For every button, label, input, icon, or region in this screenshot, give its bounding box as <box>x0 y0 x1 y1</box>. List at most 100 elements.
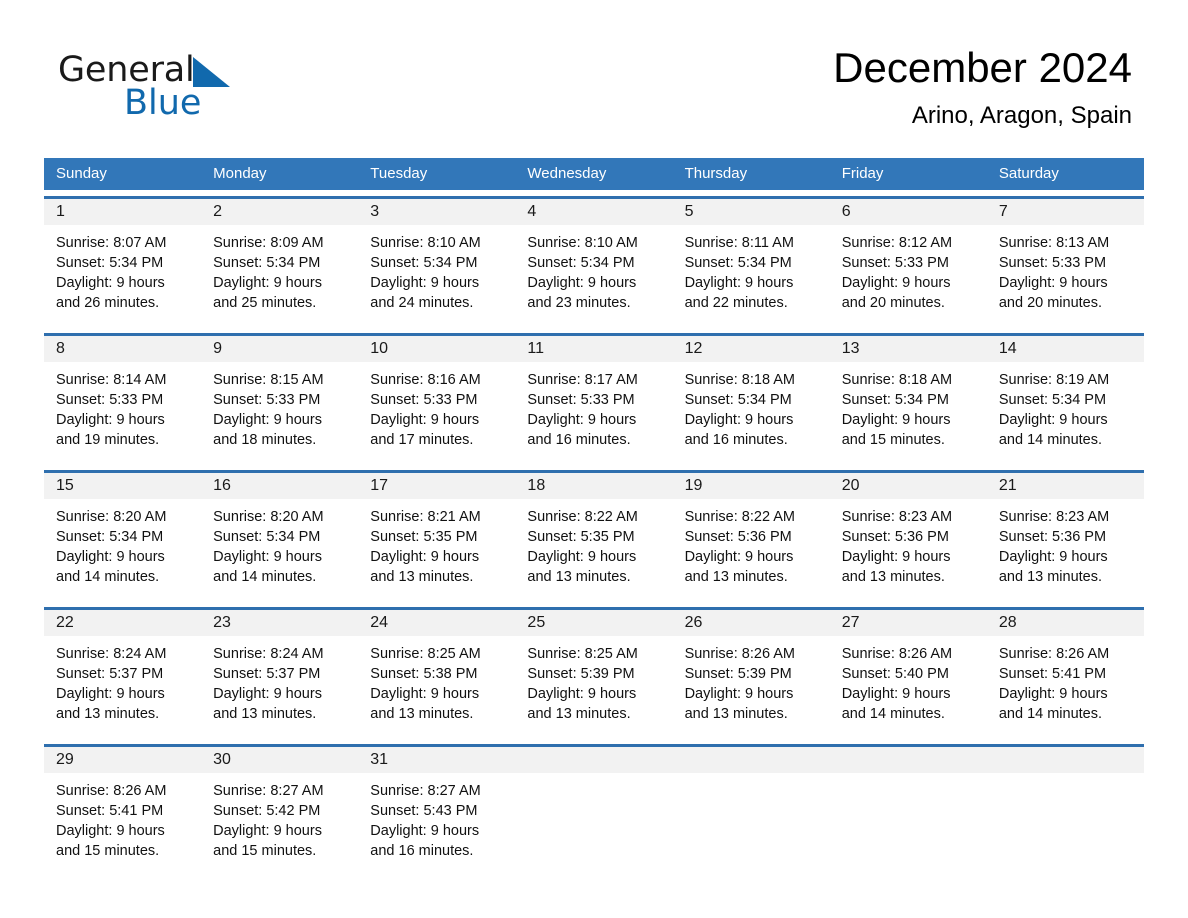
day-details: Sunrise: 8:27 AM Sunset: 5:43 PM Dayligh… <box>358 773 515 861</box>
day-cell[interactable]: 1 Sunrise: 8:07 AM Sunset: 5:34 PM Dayli… <box>44 199 202 327</box>
sunrise-text: Sunrise: 8:12 AM <box>841 235 953 251</box>
sunrise-text: Sunrise: 8:15 AM <box>213 372 324 388</box>
day-cell[interactable]: 26 Sunrise: 8:26 AM Sunset: 5:39 PM Dayl… <box>672 610 830 738</box>
day-cell[interactable]: 4 Sunrise: 8:10 AM Sunset: 5:34 PM Dayli… <box>515 199 673 327</box>
daylight-text-line2: and 17 minutes. <box>370 432 474 448</box>
day-cell[interactable]: 8 Sunrise: 8:14 AM Sunset: 5:33 PM Dayli… <box>44 336 202 464</box>
day-number-band <box>986 747 1144 773</box>
week-row: 8 Sunrise: 8:14 AM Sunset: 5:33 PM Dayli… <box>44 333 1144 464</box>
day-cell[interactable]: 27 Sunrise: 8:26 AM Sunset: 5:40 PM Dayl… <box>829 610 987 738</box>
day-number: 19 <box>684 477 703 494</box>
sunset-text: Sunset: 5:38 PM <box>370 666 478 682</box>
day-details: Sunrise: 8:26 AM Sunset: 5:40 PM Dayligh… <box>830 636 987 724</box>
day-cell[interactable]: 18 Sunrise: 8:22 AM Sunset: 5:35 PM Dayl… <box>515 473 673 601</box>
day-cell[interactable]: 21 Sunrise: 8:23 AM Sunset: 5:36 PM Dayl… <box>986 473 1144 601</box>
day-cell[interactable]: 31 Sunrise: 8:27 AM Sunset: 5:43 PM Dayl… <box>358 747 516 875</box>
sunset-text: Sunset: 5:42 PM <box>213 803 321 819</box>
sunset-text: Sunset: 5:34 PM <box>998 392 1107 408</box>
day-cell[interactable]: 11 Sunrise: 8:17 AM Sunset: 5:33 PM Dayl… <box>515 336 673 464</box>
day-cell[interactable]: 3 Sunrise: 8:10 AM Sunset: 5:34 PM Dayli… <box>358 199 516 327</box>
day-details: Sunrise: 8:24 AM Sunset: 5:37 PM Dayligh… <box>44 636 201 724</box>
daylight-text-line1: Daylight: 9 hours <box>56 275 165 291</box>
day-number-band: 19 <box>672 473 830 499</box>
daylight-text-line2: and 14 minutes. <box>998 432 1103 448</box>
day-number-band: 22 <box>44 610 202 636</box>
daylight-text-line1: Daylight: 9 hours <box>370 686 480 702</box>
day-cell[interactable]: 7 Sunrise: 8:13 AM Sunset: 5:33 PM Dayli… <box>986 199 1144 327</box>
sunrise-text: Sunrise: 8:23 AM <box>998 509 1110 525</box>
day-number: 27 <box>841 614 860 631</box>
day-number-band: 6 <box>829 199 987 225</box>
day-cell[interactable]: 6 Sunrise: 8:12 AM Sunset: 5:33 PM Dayli… <box>829 199 987 327</box>
day-number-band: 9 <box>201 336 359 362</box>
day-number: 22 <box>56 614 74 631</box>
day-cell[interactable]: 24 Sunrise: 8:25 AM Sunset: 5:38 PM Dayl… <box>358 610 516 738</box>
day-cell[interactable]: 12 Sunrise: 8:18 AM Sunset: 5:34 PM Dayl… <box>672 336 830 464</box>
day-number-band: 30 <box>201 747 359 773</box>
day-details: Sunrise: 8:22 AM Sunset: 5:36 PM Dayligh… <box>673 499 830 587</box>
sunset-text: Sunset: 5:37 PM <box>213 666 321 682</box>
sunrise-text: Sunrise: 8:21 AM <box>370 509 481 525</box>
daylight-text-line1: Daylight: 9 hours <box>998 549 1108 565</box>
day-number-band: 31 <box>358 747 516 773</box>
day-cell[interactable]: 29 Sunrise: 8:26 AM Sunset: 5:41 PM Dayl… <box>44 747 202 875</box>
day-details: Sunrise: 8:12 AM Sunset: 5:33 PM Dayligh… <box>830 225 987 313</box>
day-cell-empty <box>986 747 1144 875</box>
day-cell[interactable]: 19 Sunrise: 8:22 AM Sunset: 5:36 PM Dayl… <box>672 473 830 601</box>
day-number-band: 28 <box>986 610 1144 636</box>
day-number-band: 25 <box>515 610 673 636</box>
daylight-text-line2: and 20 minutes. <box>998 295 1103 311</box>
day-details: Sunrise: 8:21 AM Sunset: 5:35 PM Dayligh… <box>358 499 515 587</box>
day-cell[interactable]: 9 Sunrise: 8:15 AM Sunset: 5:33 PM Dayli… <box>201 336 359 464</box>
day-cell[interactable]: 2 Sunrise: 8:09 AM Sunset: 5:34 PM Dayli… <box>201 199 359 327</box>
day-cell[interactable]: 30 Sunrise: 8:27 AM Sunset: 5:42 PM Dayl… <box>201 747 359 875</box>
day-cell[interactable]: 16 Sunrise: 8:20 AM Sunset: 5:34 PM Dayl… <box>201 473 359 601</box>
day-details: Sunrise: 8:20 AM Sunset: 5:34 PM Dayligh… <box>44 499 201 587</box>
day-number-band: 13 <box>829 336 987 362</box>
daylight-text-line2: and 15 minutes. <box>213 843 317 859</box>
day-details: Sunrise: 8:20 AM Sunset: 5:34 PM Dayligh… <box>201 499 358 587</box>
day-cell[interactable]: 22 Sunrise: 8:24 AM Sunset: 5:37 PM Dayl… <box>44 610 202 738</box>
day-cell[interactable]: 15 Sunrise: 8:20 AM Sunset: 5:34 PM Dayl… <box>44 473 202 601</box>
day-number: 25 <box>527 614 546 631</box>
sunrise-text: Sunrise: 8:18 AM <box>684 372 795 388</box>
daylight-text-line2: and 14 minutes. <box>998 706 1103 722</box>
generalblue-logo[interactable]: General Blue <box>58 50 358 130</box>
daylight-text-line2: and 25 minutes. <box>213 295 317 311</box>
day-number: 13 <box>841 340 860 357</box>
daylight-text-line2: and 15 minutes. <box>841 432 945 448</box>
day-cell[interactable]: 5 Sunrise: 8:11 AM Sunset: 5:34 PM Dayli… <box>672 199 830 327</box>
sunset-text: Sunset: 5:36 PM <box>684 529 792 545</box>
day-cell[interactable]: 14 Sunrise: 8:19 AM Sunset: 5:34 PM Dayl… <box>986 336 1144 464</box>
sunrise-text: Sunrise: 8:24 AM <box>213 646 324 662</box>
day-number: 12 <box>684 340 703 357</box>
sunrise-text: Sunrise: 8:25 AM <box>370 646 481 662</box>
day-cell[interactable]: 25 Sunrise: 8:25 AM Sunset: 5:39 PM Dayl… <box>515 610 673 738</box>
sunrise-text: Sunrise: 8:10 AM <box>370 235 481 251</box>
day-details: Sunrise: 8:07 AM Sunset: 5:34 PM Dayligh… <box>44 225 201 313</box>
sunrise-text: Sunrise: 8:16 AM <box>370 372 481 388</box>
day-number-band: 23 <box>201 610 359 636</box>
daylight-text-line1: Daylight: 9 hours <box>684 412 794 428</box>
day-cell[interactable]: 10 Sunrise: 8:16 AM Sunset: 5:33 PM Dayl… <box>358 336 516 464</box>
sunset-text: Sunset: 5:39 PM <box>684 666 792 682</box>
sunrise-text: Sunrise: 8:26 AM <box>998 646 1110 662</box>
sunrise-text: Sunrise: 8:11 AM <box>684 235 794 251</box>
day-cell[interactable]: 28 Sunrise: 8:26 AM Sunset: 5:41 PM Dayl… <box>986 610 1144 738</box>
daylight-text-line2: and 14 minutes. <box>841 706 945 722</box>
sunrise-text: Sunrise: 8:22 AM <box>684 509 795 525</box>
day-details: Sunrise: 8:26 AM Sunset: 5:41 PM Dayligh… <box>44 773 201 861</box>
weekday-header-sunday: Sunday <box>56 165 107 182</box>
sunrise-text: Sunrise: 8:24 AM <box>56 646 167 662</box>
sunset-text: Sunset: 5:33 PM <box>370 392 478 408</box>
day-number-band: 26 <box>672 610 830 636</box>
day-number-band: 8 <box>44 336 202 362</box>
daylight-text-line2: and 14 minutes. <box>56 569 160 585</box>
day-number-band: 4 <box>515 199 673 225</box>
day-cell[interactable]: 17 Sunrise: 8:21 AM Sunset: 5:35 PM Dayl… <box>358 473 516 601</box>
day-number: 7 <box>998 203 1008 220</box>
day-cell[interactable]: 20 Sunrise: 8:23 AM Sunset: 5:36 PM Dayl… <box>829 473 987 601</box>
day-cell[interactable]: 23 Sunrise: 8:24 AM Sunset: 5:37 PM Dayl… <box>201 610 359 738</box>
day-cell[interactable]: 13 Sunrise: 8:18 AM Sunset: 5:34 PM Dayl… <box>829 336 987 464</box>
day-number-band: 18 <box>515 473 673 499</box>
